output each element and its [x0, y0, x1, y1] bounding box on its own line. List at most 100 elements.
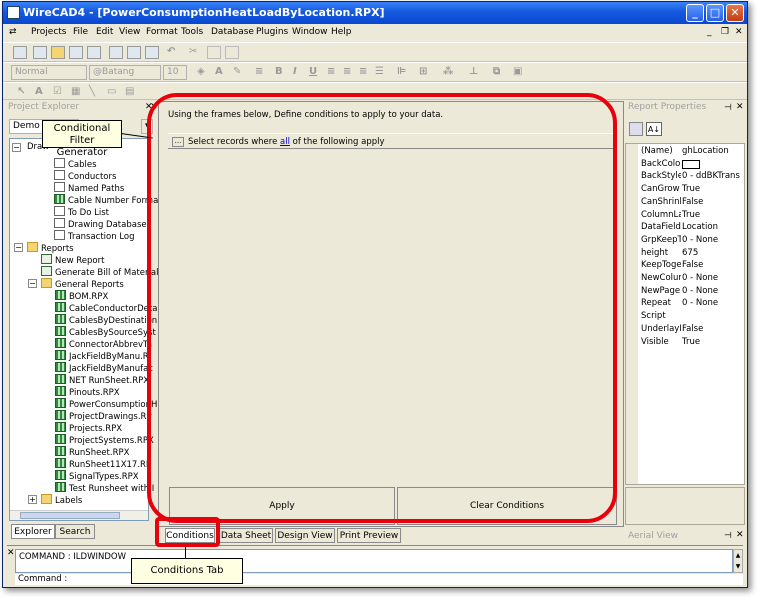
- tree-item-cables[interactable]: Cables: [54, 158, 97, 170]
- report-file[interactable]: ProjectDrawings.RP: [55, 410, 152, 422]
- report-file[interactable]: ConnectorAbbrevTa: [55, 338, 152, 350]
- menu-help[interactable]: Help: [331, 27, 352, 37]
- property-row[interactable]: CanGrow True: [626, 184, 744, 197]
- menu-plugins[interactable]: Plugins: [256, 27, 288, 37]
- tree-item-drawing-database[interactable]: Drawing Database: [54, 218, 147, 230]
- property-value[interactable]: True: [682, 184, 744, 194]
- font-color-icon[interactable]: A: [215, 66, 223, 77]
- save-icon[interactable]: [69, 46, 83, 59]
- collapse-general-reports-icon[interactable]: −: [28, 279, 37, 288]
- align-objects-icon[interactable]: ⊫: [397, 66, 406, 77]
- property-value[interactable]: 0 - None: [682, 273, 744, 283]
- group-icon[interactable]: ▣: [513, 66, 522, 77]
- property-row[interactable]: Script: [626, 311, 744, 324]
- rectangle-tool-icon[interactable]: ▭: [107, 86, 116, 97]
- print-preview-icon[interactable]: [127, 46, 141, 59]
- expand-labels-icon[interactable]: +: [28, 495, 37, 504]
- property-value[interactable]: True: [682, 210, 744, 220]
- report-icon[interactable]: [13, 46, 27, 59]
- report-file[interactable]: SignalTypes.RPX: [55, 470, 139, 482]
- title-bar[interactable]: WireCAD4 - [PowerConsumptionHeatLoadByLo…: [3, 2, 747, 24]
- print-icon[interactable]: [145, 46, 159, 59]
- property-row[interactable]: Repeat 0 - None: [626, 298, 744, 311]
- label-tool-icon[interactable]: A: [35, 86, 43, 97]
- property-row[interactable]: Visible True: [626, 337, 744, 350]
- command-prompt[interactable]: Command :: [15, 574, 743, 585]
- pointer-icon[interactable]: ↖: [17, 86, 25, 97]
- properties-close-icon[interactable]: ✕: [736, 102, 744, 112]
- scrollbar-thumb[interactable]: [20, 512, 120, 519]
- menu-edit[interactable]: Edit: [96, 27, 113, 37]
- property-row[interactable]: NewColum0 - None: [626, 273, 744, 286]
- project-tree[interactable]: − Draw Cables Conductors Named Paths Cab…: [9, 138, 163, 521]
- property-row[interactable]: UnderlayNFalse: [626, 324, 744, 337]
- report-file[interactable]: RunSheet11X17.RP: [55, 458, 151, 470]
- copy-icon[interactable]: [207, 46, 221, 59]
- tree-item-to-do-list[interactable]: To Do List: [54, 206, 109, 218]
- menu-tools[interactable]: Tools: [181, 27, 203, 37]
- menu-view[interactable]: View: [119, 27, 140, 37]
- collapse-drawings-icon[interactable]: −: [12, 143, 21, 152]
- menu-window[interactable]: Window: [292, 27, 328, 37]
- report-file[interactable]: ProjectSystems.RPX: [55, 434, 154, 446]
- size-objects-icon[interactable]: ⊥: [469, 66, 478, 77]
- cut-icon[interactable]: ✂: [189, 46, 197, 57]
- command-scrollbar[interactable]: ▲ ▼: [733, 549, 743, 573]
- property-row[interactable]: CanShrink False: [626, 197, 744, 210]
- distribute-icon[interactable]: ⁂: [443, 66, 453, 77]
- tree-labels[interactable]: Labels: [41, 494, 82, 506]
- report-file[interactable]: CablesBySourceSyst: [55, 326, 156, 338]
- line-tool-icon[interactable]: ╲: [89, 86, 95, 97]
- menu-format[interactable]: Format: [146, 27, 178, 37]
- mdi-restore-button[interactable]: ❐: [721, 27, 729, 37]
- property-value[interactable]: False: [682, 260, 744, 270]
- property-value[interactable]: ghLocation: [682, 146, 744, 156]
- report-file[interactable]: PowerConsumptionH: [55, 398, 157, 410]
- minimize-button[interactable]: _: [686, 4, 704, 22]
- property-value[interactable]: 0 - None: [682, 298, 744, 308]
- textbox-tool-icon[interactable]: ▤: [125, 86, 134, 97]
- align-right-icon[interactable]: ≡: [359, 66, 367, 77]
- property-value[interactable]: 0 - None: [682, 235, 744, 245]
- report-file[interactable]: CableConductorDeta: [55, 302, 157, 314]
- image-tool-icon[interactable]: ▦: [71, 86, 80, 97]
- property-row[interactable]: BackColor: [626, 159, 744, 172]
- tab-explorer[interactable]: Explorer: [11, 524, 55, 539]
- fill-color-icon[interactable]: ◈: [197, 66, 205, 77]
- aerial-pin-icon[interactable]: ⊣: [724, 531, 732, 541]
- bold-icon[interactable]: B: [275, 66, 283, 77]
- alphabetical-sort-icon[interactable]: A↓: [646, 122, 662, 136]
- backcolor-swatch[interactable]: [682, 159, 700, 169]
- aerial-close-icon[interactable]: ✕: [736, 530, 744, 540]
- tab-search[interactable]: Search: [55, 524, 95, 539]
- mdi-minimize-button[interactable]: _: [707, 27, 712, 37]
- tab-design-view[interactable]: Design View: [275, 528, 335, 543]
- property-value[interactable]: 0 - None: [682, 286, 744, 296]
- bullets-icon[interactable]: ☰: [375, 66, 384, 77]
- tab-data-sheet[interactable]: Data Sheet: [219, 528, 273, 543]
- property-row[interactable]: DataField Location: [626, 222, 744, 235]
- report-file[interactable]: NET RunSheet.RPX: [55, 374, 149, 386]
- properties-pin-icon[interactable]: ⊣: [724, 103, 732, 113]
- tree-generate-bom[interactable]: Generate Bill of Materials: [41, 266, 163, 278]
- paste-icon[interactable]: [225, 46, 239, 59]
- property-row[interactable]: BackStyle 0 - ddBKTrans: [626, 171, 744, 184]
- command-close-icon[interactable]: ✕: [7, 548, 15, 558]
- italic-icon[interactable]: I: [293, 66, 297, 77]
- align-left-icon[interactable]: ≡: [327, 66, 335, 77]
- open-folder-icon[interactable]: [51, 46, 65, 59]
- underline-icon[interactable]: U: [309, 66, 317, 77]
- line-color-icon[interactable]: ✎: [233, 66, 241, 77]
- close-button[interactable]: ✕: [726, 4, 744, 22]
- report-file[interactable]: CablesByDestination: [55, 314, 157, 326]
- property-value[interactable]: False: [682, 197, 744, 207]
- tree-reports[interactable]: Reports: [27, 242, 74, 254]
- menu-projects[interactable]: Projects: [31, 27, 66, 37]
- property-row[interactable]: height 675: [626, 248, 744, 261]
- tree-item-transaction-log[interactable]: Transaction Log: [54, 230, 135, 242]
- property-value[interactable]: True: [682, 337, 744, 347]
- size-combo[interactable]: 10: [163, 65, 187, 80]
- menu-database[interactable]: Database: [211, 27, 254, 37]
- menu-file[interactable]: File: [73, 27, 88, 37]
- tree-item-conductors[interactable]: Conductors: [54, 170, 116, 182]
